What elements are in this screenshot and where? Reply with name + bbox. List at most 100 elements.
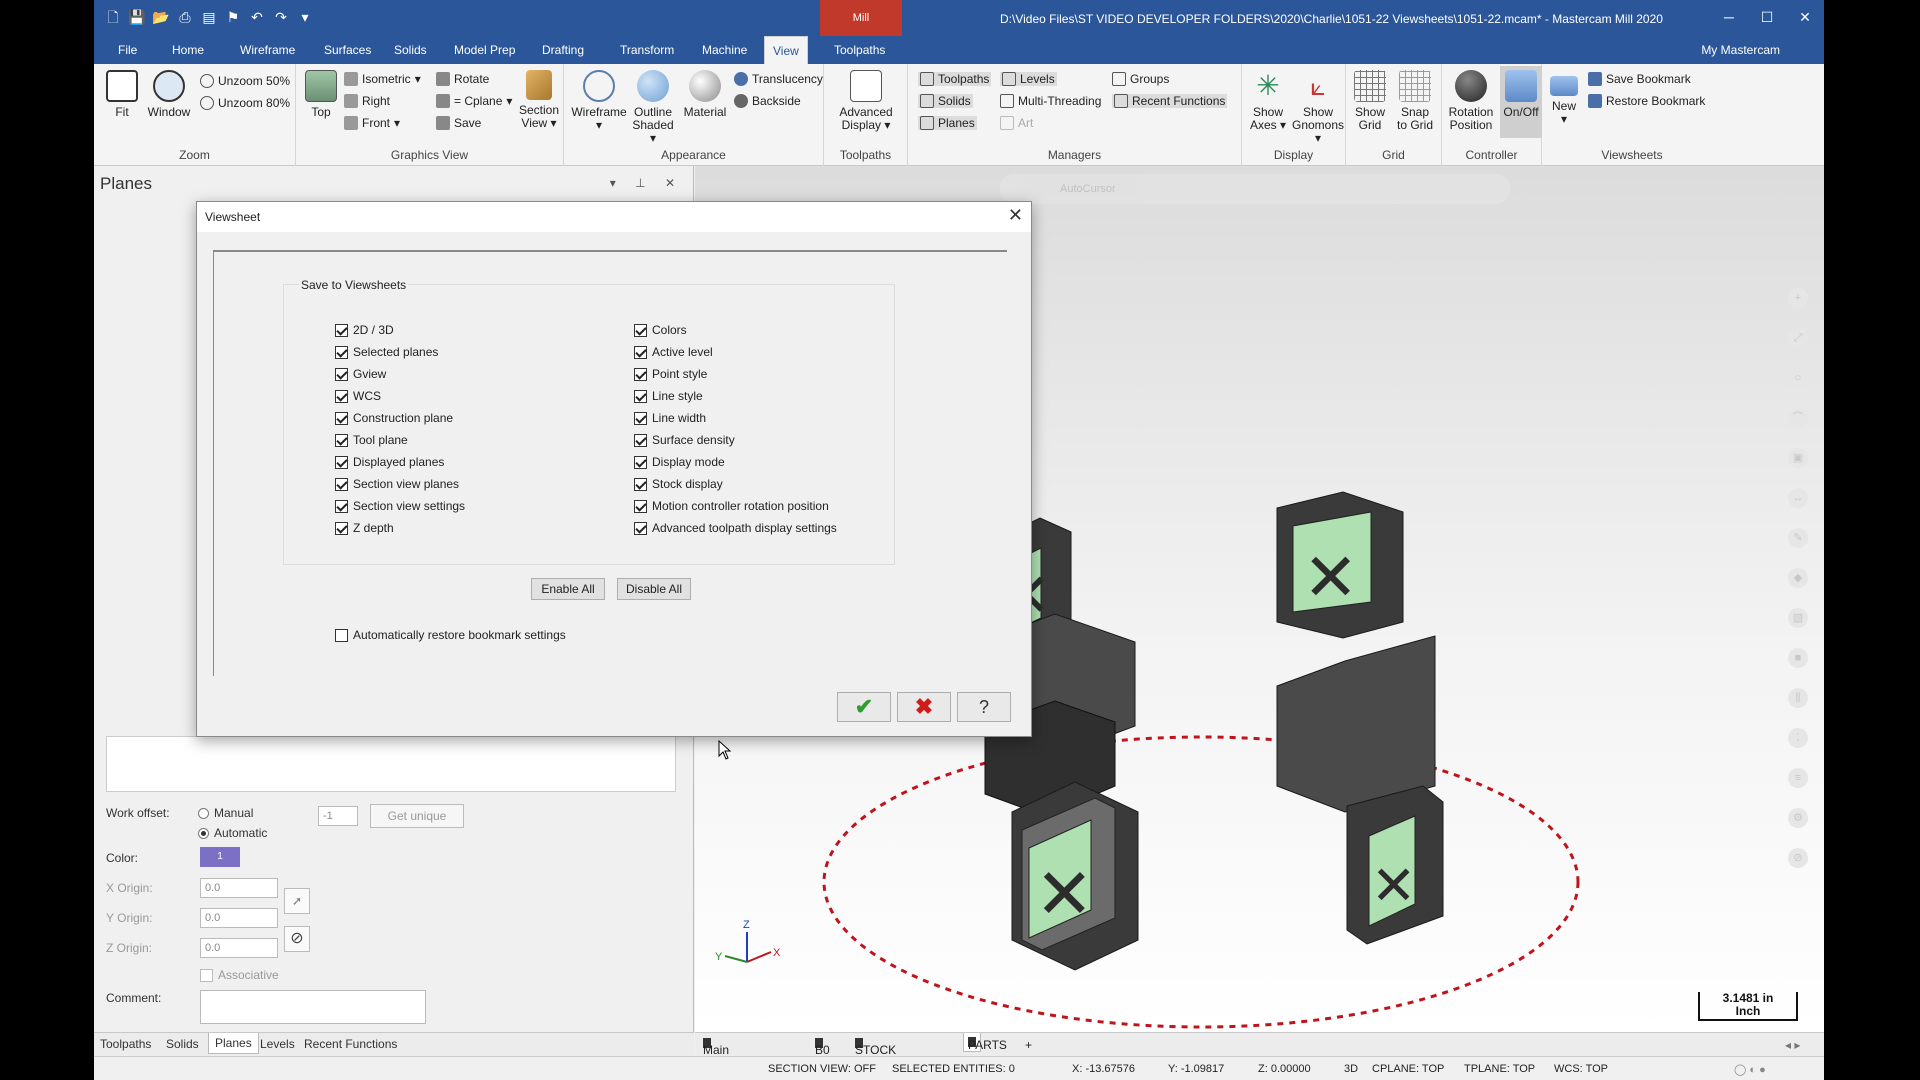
color-icon[interactable]: ■ xyxy=(1788,648,1808,668)
checkbox-display-mode[interactable]: Display mode xyxy=(634,455,725,469)
checkbox-point-style[interactable]: Point style xyxy=(634,367,707,381)
bars-icon[interactable]: ⫼ xyxy=(1788,688,1808,708)
tab-toolpaths[interactable]: Toolpaths xyxy=(826,36,893,64)
measure-icon[interactable]: ↔ xyxy=(1788,488,1808,508)
automatic-radio[interactable]: Automatic xyxy=(198,826,267,840)
close-icon[interactable]: ✕ xyxy=(1786,0,1824,36)
layers-icon[interactable]: ▧ xyxy=(1788,608,1808,628)
work-offset-input[interactable]: -1 xyxy=(318,806,358,826)
checkbox-advanced-toolpath[interactable]: Advanced toolpath display settings xyxy=(634,521,837,535)
tab-solids[interactable]: Solids xyxy=(386,36,435,64)
translucency-button[interactable]: Translucency xyxy=(734,72,823,86)
snap-to-grid-button[interactable]: Snap to Grid xyxy=(1392,70,1438,132)
selected-entities-status[interactable]: SELECTED ENTITIES: 0 xyxy=(892,1063,1015,1075)
tab-scroll-icon[interactable]: ◂ ▸ xyxy=(1785,1038,1800,1052)
get-unique-button[interactable]: Get unique xyxy=(370,804,464,828)
cplane-button[interactable]: = Cplane ▾ xyxy=(436,94,512,108)
controller-onoff-toggle[interactable]: On/Off xyxy=(1500,66,1542,138)
checkbox-construction-plane[interactable]: Construction plane xyxy=(335,411,453,425)
cplane-status[interactable]: CPLANE: TOP xyxy=(1372,1063,1444,1075)
orbit-icon[interactable]: ○ xyxy=(1788,368,1808,388)
advanced-display-button[interactable]: Advanced Display ▾ xyxy=(834,70,898,132)
toolpaths-manager-toggle[interactable]: Toolpaths xyxy=(918,72,992,86)
open-icon[interactable]: 📂 xyxy=(152,8,170,26)
tab-transform[interactable]: Transform xyxy=(612,36,682,64)
save-view-button[interactable]: Save xyxy=(436,116,481,130)
right-view-button[interactable]: Right xyxy=(344,94,390,108)
backside-button[interactable]: Backside xyxy=(734,94,801,108)
tab-solids-manager[interactable]: Solids xyxy=(166,1037,199,1051)
redo-icon[interactable]: ↷ xyxy=(272,8,290,26)
clear-origin-icon[interactable]: ⊘ xyxy=(284,926,310,952)
tplane-status[interactable]: TPLANE: TOP xyxy=(1464,1063,1535,1075)
recent-functions-toggle[interactable]: Recent Functions xyxy=(1112,94,1228,108)
tab-levels-manager[interactable]: Levels xyxy=(260,1037,295,1051)
my-mastercam-link[interactable]: My Mastercam xyxy=(1701,36,1780,64)
top-view-button[interactable]: Top xyxy=(304,70,338,119)
enable-all-button[interactable]: Enable All xyxy=(531,578,605,600)
close-icon[interactable]: ✕ xyxy=(1008,205,1023,226)
checkbox-tool-plane[interactable]: Tool plane xyxy=(335,433,408,447)
select-origin-icon[interactable]: ➚ xyxy=(284,888,310,914)
checkbox-active-level[interactable]: Active level xyxy=(634,345,713,359)
settings-icon[interactable]: ⚙ xyxy=(1788,808,1808,828)
tab-main-viewsheet[interactable]: Main Viewsheet xyxy=(703,1038,758,1071)
checkbox-gview[interactable]: Gview xyxy=(335,367,386,381)
x-origin-input[interactable]: 0.0 xyxy=(200,878,278,898)
add-viewsheet-button[interactable]: + xyxy=(1025,1038,1032,1052)
tab-home[interactable]: Home xyxy=(164,36,212,64)
planes-manager-toggle[interactable]: Planes xyxy=(918,116,977,130)
print-icon[interactable]: ⎙ xyxy=(176,8,194,26)
save-icon[interactable]: 💾 xyxy=(128,8,146,26)
new-file-icon[interactable]: 🗋 xyxy=(104,8,122,26)
tab-planes-manager[interactable]: Planes xyxy=(208,1033,259,1054)
restore-bookmark-button[interactable]: Restore Bookmark xyxy=(1588,94,1705,108)
section-view-status[interactable]: SECTION VIEW: OFF xyxy=(768,1063,876,1075)
checkbox-line-width[interactable]: Line width xyxy=(634,411,706,425)
outline-shaded-button[interactable]: Outline Shaded ▾ xyxy=(628,70,678,145)
tab-stock-models[interactable]: STOCK MODELS xyxy=(855,1038,906,1071)
isometric-button[interactable]: Isometric ▾ xyxy=(344,72,421,86)
cancel-button[interactable]: ✖ xyxy=(897,692,951,722)
panel-controls[interactable]: ▾ ⊥ ✕ xyxy=(610,176,683,190)
checkbox-motion-controller[interactable]: Motion controller rotation position xyxy=(634,499,829,513)
paint-icon[interactable]: ✎ xyxy=(1788,528,1808,548)
dots-icon[interactable]: ⁚ xyxy=(1788,728,1808,748)
section-view-button[interactable]: Section View ▾ xyxy=(518,70,560,130)
save-bookmark-button[interactable]: Save Bookmark xyxy=(1588,72,1691,86)
checkbox-colors[interactable]: Colors xyxy=(634,323,687,337)
tab-machine[interactable]: Machine xyxy=(694,36,755,64)
rotation-position-button[interactable]: Rotation Position xyxy=(1444,70,1498,132)
tab-surfaces[interactable]: Surfaces xyxy=(316,36,379,64)
display-mode-icons[interactable]: ◯ ◐ ● xyxy=(1734,1063,1766,1076)
window-zoom-button[interactable]: Window xyxy=(146,70,192,119)
stack-icon[interactable]: ≡ xyxy=(1788,768,1808,788)
help-button[interactable]: ? xyxy=(957,692,1011,722)
fit-button[interactable]: Fit xyxy=(104,70,140,119)
tab-drafting[interactable]: Drafting xyxy=(534,36,592,64)
manual-radio[interactable]: Manual xyxy=(198,806,253,820)
show-axes-button[interactable]: ✳ Show Axes ▾ xyxy=(1248,70,1288,132)
multithreading-manager-toggle[interactable]: Multi-Threading xyxy=(1000,94,1101,108)
tab-file[interactable]: File xyxy=(110,36,145,64)
bookmark-icon[interactable]: ⚑ xyxy=(224,8,242,26)
checkbox-wcs[interactable]: WCS xyxy=(335,389,381,403)
tab-b0[interactable]: B0 xyxy=(815,1038,830,1057)
screen-icon[interactable]: ▣ xyxy=(1788,448,1808,468)
solids-manager-toggle[interactable]: Solids xyxy=(918,94,973,108)
checkbox-z-depth[interactable]: Z depth xyxy=(335,521,394,535)
wireframe-button[interactable]: Wireframe ▾ xyxy=(570,70,628,132)
maximize-icon[interactable]: ☐ xyxy=(1748,0,1786,36)
show-gnomons-button[interactable]: ⟀ Show Gnomons ▾ xyxy=(1290,70,1346,145)
pan-icon[interactable]: ⤢ xyxy=(1788,328,1808,348)
checkbox-selected-planes[interactable]: Selected planes xyxy=(335,345,438,359)
material-icon[interactable]: ◆ xyxy=(1788,568,1808,588)
z-coordinate[interactable]: Z: 0.00000 xyxy=(1258,1063,1311,1075)
material-button[interactable]: Material xyxy=(680,70,730,119)
save-all-icon[interactable]: ▤ xyxy=(200,8,218,26)
undo-icon[interactable]: ↶ xyxy=(248,8,266,26)
ok-button[interactable]: ✔ xyxy=(837,692,891,722)
tab-wireframe[interactable]: Wireframe xyxy=(232,36,303,64)
tab-toolpaths-manager[interactable]: Toolpaths xyxy=(100,1037,151,1051)
tab-model-prep[interactable]: Model Prep xyxy=(446,36,523,64)
